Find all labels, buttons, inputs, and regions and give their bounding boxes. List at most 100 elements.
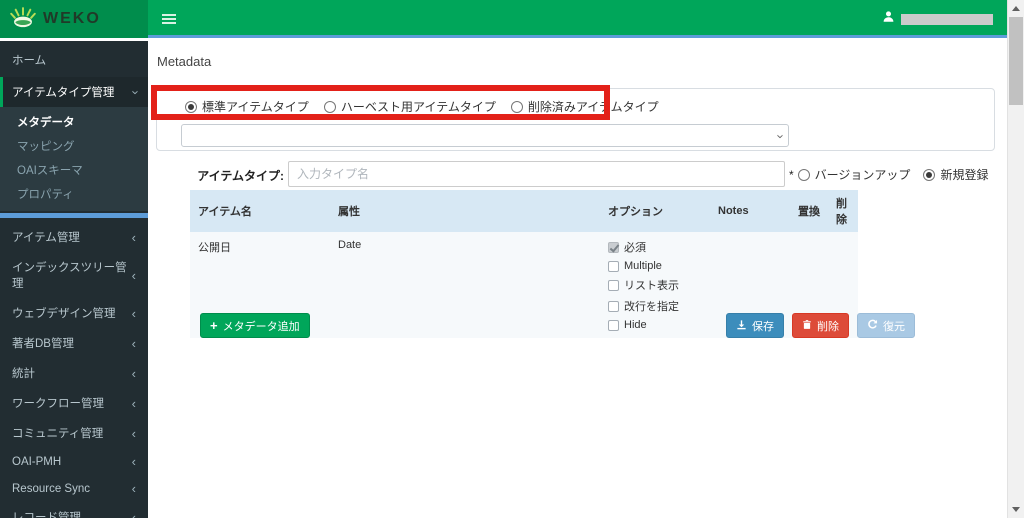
chevron-left-icon: ‹ xyxy=(131,305,136,321)
triangle-up-icon xyxy=(1012,6,1020,11)
sidebar-item-itemtype-management[interactable]: アイテムタイプ管理 ‹ xyxy=(0,77,148,107)
user-menu[interactable] xyxy=(882,10,993,28)
logo-text: WEKO xyxy=(43,10,101,27)
sidebar-item-label: OAI-PMH xyxy=(12,455,62,468)
sidebar-item-label: Resource Sync xyxy=(12,482,90,495)
hamburger-menu-icon[interactable] xyxy=(162,14,176,16)
sidebar-item-property[interactable]: プロパティ xyxy=(0,182,148,206)
sidebar-item-author-db[interactable]: 著者DB管理 ‹ xyxy=(0,328,148,358)
sidebar-divider xyxy=(0,213,148,218)
checkbox-label: リスト表示 xyxy=(624,280,679,292)
vertical-scrollbar[interactable] xyxy=(1007,0,1024,518)
sidebar-item-oai-pmh[interactable]: OAI-PMH ‹ xyxy=(0,448,148,475)
checkbox-label: Hide xyxy=(624,319,647,331)
save-button[interactable]: 保存 xyxy=(726,313,784,338)
sidebar-item-label: コミュニティ管理 xyxy=(12,428,104,440)
sidebar-item-record-management[interactable]: レコード管理 ‹ xyxy=(0,502,148,518)
chevron-down-icon: ‹ xyxy=(771,134,787,139)
sidebar-item-oai-schema[interactable]: OAIスキーマ xyxy=(0,158,148,182)
checkbox-label: Multiple xyxy=(624,260,662,272)
refresh-icon xyxy=(867,319,878,333)
sidebar-item-home[interactable]: ホーム xyxy=(0,41,148,77)
sidebar-item-web-design[interactable]: ウェブデザイン管理 ‹ xyxy=(0,298,148,328)
required-asterisk: * xyxy=(789,167,794,182)
sidebar-item-label: レコード管理 xyxy=(12,512,81,518)
cell-options: 必須 Multiple リスト表示 改行を指定 Hide xyxy=(600,232,710,338)
weko-logo-icon xyxy=(10,6,36,33)
radio-new-register[interactable]: 新規登録 xyxy=(923,166,988,183)
sidebar-item-metadata[interactable]: メタデータ xyxy=(0,110,148,134)
scroll-down-arrow[interactable] xyxy=(1008,501,1024,518)
checkbox-icon[interactable] xyxy=(608,260,619,272)
itemtype-name-input[interactable] xyxy=(288,161,785,187)
button-label: 復元 xyxy=(883,320,905,333)
chevron-left-icon: ‹ xyxy=(131,481,136,496)
trash-icon xyxy=(802,319,812,333)
button-label: 保存 xyxy=(752,320,774,333)
sidebar-item-workflow[interactable]: ワークフロー管理 ‹ xyxy=(0,388,148,418)
option-list-display[interactable]: リスト表示 xyxy=(608,277,702,293)
chevron-left-icon: ‹ xyxy=(131,425,136,441)
radio-label: 削除済みアイテムタイプ xyxy=(527,100,659,114)
triangle-down-icon xyxy=(1012,507,1020,512)
chevron-left-icon: ‹ xyxy=(131,267,136,283)
col-header-item-name: アイテム名 xyxy=(190,190,330,232)
radio-harvest-itemtype[interactable]: ハーベスト用アイテムタイプ xyxy=(323,98,496,115)
sidebar-item-index-tree[interactable]: インデックスツリー管理 ‹ xyxy=(0,252,148,298)
option-hide[interactable]: Hide xyxy=(608,319,702,331)
weko-admin-page: WEKO ホーム アイテムタイプ管理 ‹ メタデータ マッピング OAIスキーマ… xyxy=(0,0,1024,518)
itemtype-select[interactable]: ‹ xyxy=(181,124,789,147)
radio-label: ハーベスト用アイテムタイプ xyxy=(340,100,496,114)
sidebar-item-resource-sync[interactable]: Resource Sync ‹ xyxy=(0,475,148,502)
radio-label: 標準アイテムタイプ xyxy=(202,100,309,114)
delete-button[interactable]: 削除 xyxy=(792,313,849,338)
cell-attribute: Date xyxy=(330,232,600,338)
chevron-left-icon: ‹ xyxy=(131,335,136,351)
navbar xyxy=(148,0,1007,38)
radio-label: 新規登録 xyxy=(940,168,989,182)
button-label: メタデータ追加 xyxy=(222,320,300,333)
scroll-up-arrow[interactable] xyxy=(1008,0,1024,17)
option-multiple[interactable]: Multiple xyxy=(608,260,702,272)
radio-deleted-itemtype[interactable]: 削除済みアイテムタイプ xyxy=(510,98,659,115)
itemtype-filter-radios: 標準アイテムタイプ ハーベスト用アイテムタイプ 削除済みアイテムタイプ xyxy=(185,98,659,115)
restore-button[interactable]: 復元 xyxy=(857,313,915,338)
checkbox-icon[interactable] xyxy=(608,319,619,331)
weko-logo[interactable]: WEKO xyxy=(0,0,148,38)
add-metadata-button[interactable]: + メタデータ追加 xyxy=(200,313,310,338)
radio-version-up[interactable]: バージョンアップ xyxy=(797,166,911,183)
scrollbar-thumb[interactable] xyxy=(1009,17,1023,105)
col-header-delete: 削除 xyxy=(828,190,858,232)
sidebar-item-label: アイテム管理 xyxy=(12,232,80,244)
radio-label: バージョンアップ xyxy=(814,168,911,182)
sidebar-item-label: ウェブデザイン管理 xyxy=(12,308,116,320)
chevron-left-icon: ‹ xyxy=(131,365,136,381)
col-header-notes: Notes xyxy=(710,190,790,232)
col-header-replace: 置換 xyxy=(790,190,828,232)
sidebar-item-label: ホーム xyxy=(12,55,47,67)
register-mode-radios: * バージョンアップ 新規登録 xyxy=(789,166,988,183)
action-buttons: 保存 削除 復元 xyxy=(726,313,915,338)
user-name-redacted xyxy=(901,13,993,25)
save-icon xyxy=(736,319,747,333)
radio-icon xyxy=(323,100,336,113)
sidebar: ホーム アイテムタイプ管理 ‹ メタデータ マッピング OAIスキーマ プロパテ… xyxy=(0,41,148,518)
checkbox-icon[interactable] xyxy=(608,300,619,312)
sidebar-item-label: 著者DB管理 xyxy=(12,338,74,350)
checkbox-label: 改行を指定 xyxy=(624,301,679,313)
col-header-option: オプション xyxy=(600,190,710,232)
sidebar-item-mapping[interactable]: マッピング xyxy=(0,134,148,158)
sidebar-item-statistics[interactable]: 統計 ‹ xyxy=(0,358,148,388)
radio-standard-itemtype[interactable]: 標準アイテムタイプ xyxy=(185,98,309,115)
sidebar-item-community[interactable]: コミュニティ管理 ‹ xyxy=(0,418,148,448)
checkbox-icon[interactable] xyxy=(608,279,619,291)
sidebar-submenu: メタデータ マッピング OAIスキーマ プロパティ xyxy=(0,107,148,211)
option-newline[interactable]: 改行を指定 xyxy=(608,298,702,314)
option-required: 必須 xyxy=(608,239,702,255)
sidebar-item-label: アイテムタイプ管理 xyxy=(12,87,115,99)
itemtype-name-label: アイテムタイプ: xyxy=(197,169,284,183)
button-label: 削除 xyxy=(817,320,839,333)
checkbox-label: 必須 xyxy=(624,242,646,254)
sidebar-item-item-management[interactable]: アイテム管理 ‹ xyxy=(0,222,148,252)
radio-icon xyxy=(797,168,810,181)
